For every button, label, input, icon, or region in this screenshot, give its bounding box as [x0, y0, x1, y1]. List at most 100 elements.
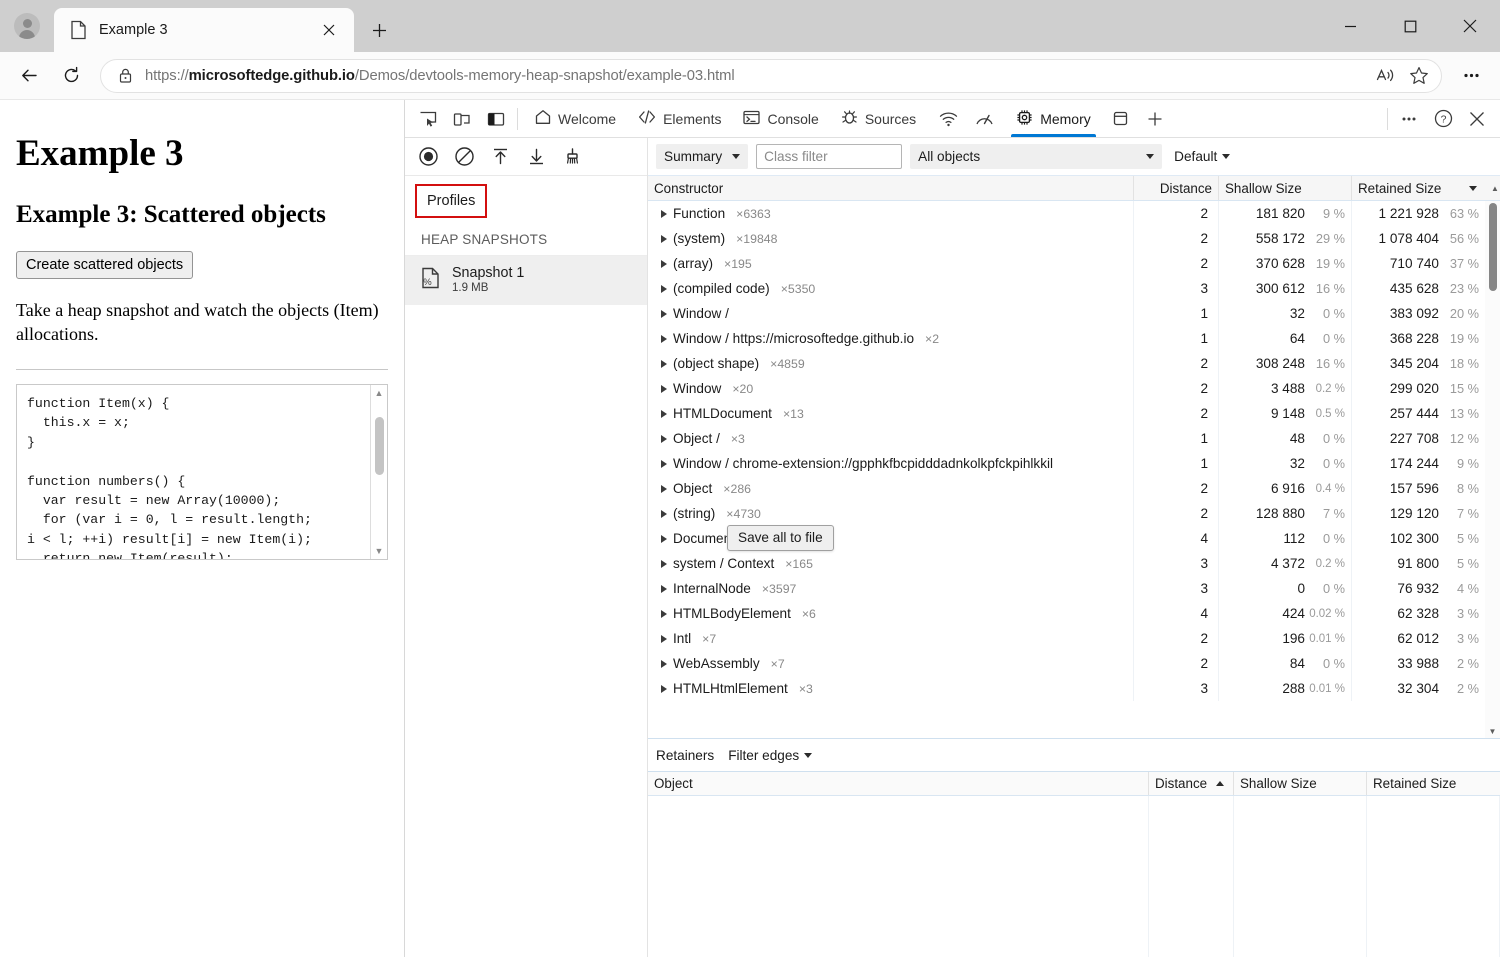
load-profile-icon[interactable] — [485, 142, 515, 172]
table-row[interactable]: Window×2023 4880.2 %299 02015 % — [648, 376, 1500, 401]
expand-triangle-icon[interactable] — [661, 435, 667, 443]
save-all-to-file-tooltip[interactable]: Save all to file — [727, 525, 834, 551]
add-panel-button[interactable] — [1140, 104, 1170, 134]
close-button[interactable] — [1440, 0, 1500, 52]
table-row[interactable]: (system)×198482558 17229 %1 078 40456 % — [648, 226, 1500, 251]
table-row[interactable]: Intl×721960.01 %62 0123 % — [648, 626, 1500, 651]
network-icon[interactable] — [933, 104, 963, 134]
column-header-constructor[interactable]: Constructor — [648, 176, 1134, 200]
scroll-down-icon[interactable]: ▼ — [375, 546, 384, 556]
filter-edges-select[interactable]: Filter edges — [728, 748, 812, 763]
scrollbar-thumb[interactable] — [1489, 203, 1497, 291]
class-filter-input[interactable]: Class filter — [756, 144, 902, 169]
scroll-up-icon[interactable]: ▲ — [1491, 182, 1499, 195]
table-row[interactable]: (string)×47302128 8807 %129 1207 % — [648, 501, 1500, 526]
table-row[interactable]: Function×63632181 8209 %1 221 92863 % — [648, 201, 1500, 226]
maximize-button[interactable] — [1380, 0, 1440, 52]
expand-triangle-icon[interactable] — [661, 335, 667, 343]
snapshot-list-item[interactable]: % Snapshot 1 1.9 MB — [405, 256, 647, 305]
shallow-size-percent: 0 % — [1305, 531, 1345, 546]
column-header-retained-size[interactable]: Retained Size — [1367, 772, 1500, 795]
expand-triangle-icon[interactable] — [661, 410, 667, 418]
column-header-object[interactable]: Object — [648, 772, 1149, 795]
tab-sources[interactable]: Sources — [830, 100, 927, 137]
table-row[interactable]: Window / chrome-extension://gpphkfbcpidd… — [648, 451, 1500, 476]
save-profile-icon[interactable] — [521, 142, 551, 172]
table-row[interactable]: (compiled code)×53503300 61216 %435 6282… — [648, 276, 1500, 301]
expand-triangle-icon[interactable] — [661, 660, 667, 668]
tab-elements[interactable]: Elements — [627, 100, 732, 137]
table-row[interactable]: (object shape)×48592308 24816 %345 20418… — [648, 351, 1500, 376]
address-bar[interactable]: https://microsoftedge.github.io/Demos/de… — [100, 59, 1442, 93]
expand-triangle-icon[interactable] — [661, 235, 667, 243]
browser-settings-button[interactable] — [1452, 57, 1490, 95]
default-select[interactable]: Default — [1170, 149, 1234, 164]
expand-triangle-icon[interactable] — [661, 210, 667, 218]
browser-tab-example-3[interactable]: Example 3 — [54, 8, 354, 52]
expand-triangle-icon[interactable] — [661, 260, 667, 268]
scrollbar-thumb[interactable] — [375, 417, 384, 475]
collect-garbage-icon[interactable] — [557, 142, 587, 172]
profile-button[interactable] — [0, 0, 54, 52]
column-header-distance[interactable]: Distance — [1149, 772, 1234, 795]
tab-close-icon[interactable] — [316, 17, 342, 43]
table-row[interactable]: HTMLHtmlElement×332880.01 %32 3042 % — [648, 676, 1500, 701]
table-row[interactable]: InternalNode×3597300 %76 9324 % — [648, 576, 1500, 601]
scroll-up-icon[interactable]: ▲ — [375, 388, 384, 398]
profiles-header[interactable]: Profiles — [415, 184, 487, 218]
performance-icon[interactable] — [969, 104, 999, 134]
tab-welcome[interactable]: Welcome — [524, 100, 627, 137]
expand-triangle-icon[interactable] — [661, 635, 667, 643]
expand-triangle-icon[interactable] — [661, 535, 667, 543]
expand-triangle-icon[interactable] — [661, 685, 667, 693]
grid-vertical-scrollbar[interactable]: ▼ — [1485, 201, 1500, 738]
expand-triangle-icon[interactable] — [661, 460, 667, 468]
device-toolbar-icon[interactable] — [447, 104, 477, 134]
back-button[interactable] — [10, 57, 48, 95]
clear-icon[interactable] — [449, 142, 479, 172]
favorites-star-icon[interactable] — [1403, 60, 1435, 92]
scroll-down-icon[interactable]: ▼ — [1489, 725, 1497, 738]
expand-triangle-icon[interactable] — [661, 510, 667, 518]
tab-console[interactable]: Console — [732, 100, 829, 137]
application-icon[interactable] — [1106, 104, 1136, 134]
tab-memory[interactable]: Memory — [1005, 100, 1102, 137]
view-select[interactable]: Summary — [656, 144, 748, 169]
table-row[interactable]: Object×28626 9160.4 %157 5968 % — [648, 476, 1500, 501]
expand-triangle-icon[interactable] — [661, 560, 667, 568]
column-header-shallow-size[interactable]: Shallow Size — [1219, 176, 1352, 200]
column-header-distance[interactable]: Distance — [1134, 176, 1219, 200]
objects-select[interactable]: All objects — [910, 144, 1162, 169]
help-icon[interactable]: ? — [1428, 104, 1458, 134]
table-row[interactable]: system / Context×16534 3720.2 %91 8005 % — [648, 551, 1500, 576]
cell-distance: 3 — [1134, 576, 1219, 601]
code-scrollbar[interactable]: ▲ ▼ — [370, 385, 387, 559]
expand-triangle-icon[interactable] — [661, 285, 667, 293]
expand-triangle-icon[interactable] — [661, 360, 667, 368]
table-row[interactable]: HTMLDocument×1329 1480.5 %257 44413 % — [648, 401, 1500, 426]
minimize-button[interactable] — [1320, 0, 1380, 52]
column-header-shallow-size[interactable]: Shallow Size — [1234, 772, 1367, 795]
new-tab-button[interactable] — [362, 13, 396, 47]
expand-triangle-icon[interactable] — [661, 585, 667, 593]
table-row[interactable]: Window / https://microsoftedge.github.io… — [648, 326, 1500, 351]
expand-triangle-icon[interactable] — [661, 485, 667, 493]
dock-side-icon[interactable] — [481, 104, 511, 134]
more-tools-icon[interactable] — [1394, 104, 1424, 134]
close-devtools-icon[interactable] — [1462, 104, 1492, 134]
table-row[interactable]: Object /×31480 %227 70812 % — [648, 426, 1500, 451]
retained-size-percent: 5 % — [1439, 531, 1479, 546]
record-icon[interactable] — [413, 142, 443, 172]
reload-button[interactable] — [52, 57, 90, 95]
expand-triangle-icon[interactable] — [661, 610, 667, 618]
table-row[interactable]: HTMLBodyElement×644240.02 %62 3283 % — [648, 601, 1500, 626]
inspect-icon[interactable] — [413, 104, 443, 134]
table-row[interactable]: Window /1320 %383 09220 % — [648, 301, 1500, 326]
expand-triangle-icon[interactable] — [661, 385, 667, 393]
expand-triangle-icon[interactable] — [661, 310, 667, 318]
create-scattered-objects-button[interactable]: Create scattered objects — [16, 251, 193, 279]
table-row[interactable]: WebAssembly×72840 %33 9882 % — [648, 651, 1500, 676]
table-row[interactable]: (array)×1952370 62819 %710 74037 % — [648, 251, 1500, 276]
column-header-retained-size[interactable]: Retained Size — [1352, 176, 1485, 200]
read-aloud-icon[interactable] — [1369, 60, 1401, 92]
